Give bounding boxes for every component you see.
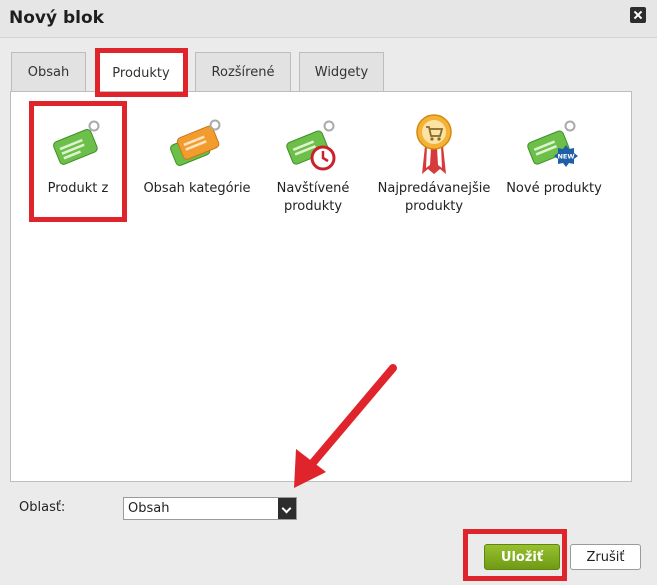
block-item-label: Navštívené produkty	[276, 181, 350, 214]
new-badge: NEW	[557, 153, 574, 161]
highlight-box-save	[463, 529, 567, 581]
highlight-box-tab	[95, 48, 188, 97]
tag-new-icon: NEW	[527, 120, 578, 167]
highlight-box-item	[29, 101, 127, 222]
area-label: Oblasť:	[19, 500, 66, 515]
area-select-value: Obsah	[128, 501, 170, 516]
orange-tag-icon	[170, 119, 221, 166]
tab-rozsirene[interactable]: Rozšírené	[195, 52, 291, 92]
tag-clock-icon	[286, 120, 336, 171]
block-item-label: Obsah kategórie	[143, 181, 251, 196]
tab-widgety[interactable]: Widgety	[299, 52, 384, 92]
block-item-navstivene-produkty[interactable]: Navštívené produkty	[253, 112, 373, 216]
close-icon[interactable]	[630, 7, 646, 23]
cancel-button[interactable]: Zrušiť	[570, 544, 641, 570]
block-item-label: Najpredávanejšie produkty	[377, 181, 491, 214]
chevron-down-icon[interactable]	[278, 498, 296, 519]
block-item-label: Nové produkty	[506, 181, 602, 196]
dialog-title: Nový blok	[9, 8, 104, 28]
dialog-titlebar: Nový blok	[0, 0, 657, 38]
block-item-nove-produkty[interactable]: NEW Nové produkty	[494, 112, 614, 198]
tab-obsah[interactable]: Obsah	[11, 52, 86, 92]
area-select[interactable]: Obsah	[123, 497, 297, 520]
block-item-najpredavanejsie-produkty[interactable]: Najpredávanejšie produkty	[374, 112, 494, 216]
medal-cart-icon	[416, 114, 452, 174]
block-item-obsah-kategorie[interactable]: Obsah kategórie	[137, 112, 257, 198]
